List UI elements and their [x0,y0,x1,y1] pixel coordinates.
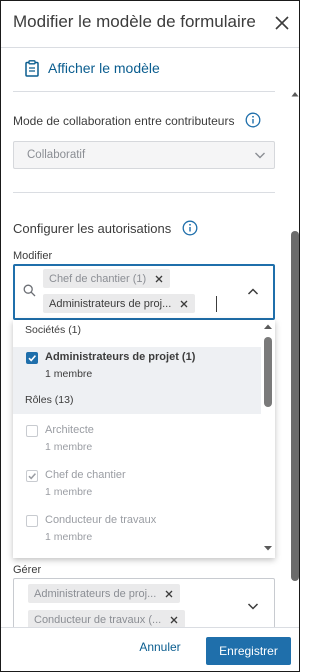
checkbox-disabled [26,425,38,437]
chevron-down-icon[interactable] [247,601,259,611]
remove-chip-icon[interactable] [179,299,189,309]
manage-label: Gérer [13,564,42,576]
footer-divider [1,627,299,628]
scroll-down-icon[interactable] [263,545,273,552]
remove-chip-icon[interactable] [169,615,179,625]
manage-multiselect[interactable]: Administrateurs de proj... Conducteur de… [13,578,275,630]
list-item: Conducteur de travaux 1 membre [13,510,261,554]
modify-label: Modifier [13,250,53,262]
scroll-up-icon[interactable] [291,91,299,97]
manage-chip: Administrateurs de proj... [28,584,181,603]
option-members: 1 membre [45,531,93,543]
panel-header: Modifier le modèle de formulaire [1,1,299,47]
section-divider [13,192,275,193]
option-name: Chef de chantier [45,469,126,481]
option-members: 1 membre [45,441,93,453]
collaboration-value: Collaboratif [27,149,86,161]
option-members: 1 membre [45,368,93,380]
group-header: Sociétés (1) [25,324,82,336]
close-icon[interactable] [273,14,291,32]
chevron-down-icon [255,152,265,159]
dropdown-scroll-thumb[interactable] [264,337,272,407]
modify-chip: Chef de chantier (1) [43,269,171,288]
form-template-panel: Modifier le modèle de formulaire Affiche… [0,0,300,672]
chevron-up-icon[interactable] [247,287,259,297]
check-icon [28,355,37,362]
permissions-title: Configurer les autorisations [13,221,172,236]
option-name: Administrateurs de projet (1) [45,351,196,363]
clipboard-icon [25,59,39,77]
search-icon [23,284,36,297]
dropdown-scrollbar[interactable] [261,320,275,558]
view-template-link[interactable]: Afficher le modèle [25,58,160,78]
panel-title: Modifier le modèle de formulaire [13,12,256,31]
panel-scroll-thumb[interactable] [291,231,299,581]
list-item: Chef de chantier 1 membre [13,465,261,509]
header-divider [1,47,299,48]
view-template-label: Afficher le modèle [48,60,160,76]
scroll-up-icon[interactable] [263,323,273,330]
list-item[interactable]: Administrateurs de projet (1) 1 membre [13,347,261,391]
save-button[interactable]: Enregistrer [206,637,291,665]
option-members: 1 membre [45,486,93,498]
collaboration-label: Mode de collaboration entre contributeur… [13,114,235,128]
section-divider [13,91,275,92]
list-item: Architecte 1 membre [13,420,261,464]
collaboration-select: Collaboratif [13,141,275,169]
option-name: Architecte [45,424,94,436]
text-cursor [216,296,217,312]
info-icon[interactable] [182,220,198,236]
remove-chip-icon[interactable] [154,274,164,284]
cancel-button[interactable]: Annuler [129,633,191,661]
option-name: Conducteur de travaux [45,514,157,526]
modify-dropdown-list: Sociétés (1) Administrateurs de projet (… [13,320,275,558]
panel-scrollbar[interactable] [291,71,299,631]
checkbox-disabled [26,515,38,527]
modify-chip: Administrateurs de proj... [43,294,196,313]
checkbox-disabled-checked [26,470,38,482]
modify-multiselect[interactable]: Chef de chantier (1) Administrateurs de … [13,264,275,320]
info-icon[interactable] [245,112,261,128]
group-header: Rôles (13) [13,390,261,414]
checkbox-checked[interactable] [26,352,38,364]
check-icon [28,473,36,480]
remove-chip-icon[interactable] [164,589,174,599]
